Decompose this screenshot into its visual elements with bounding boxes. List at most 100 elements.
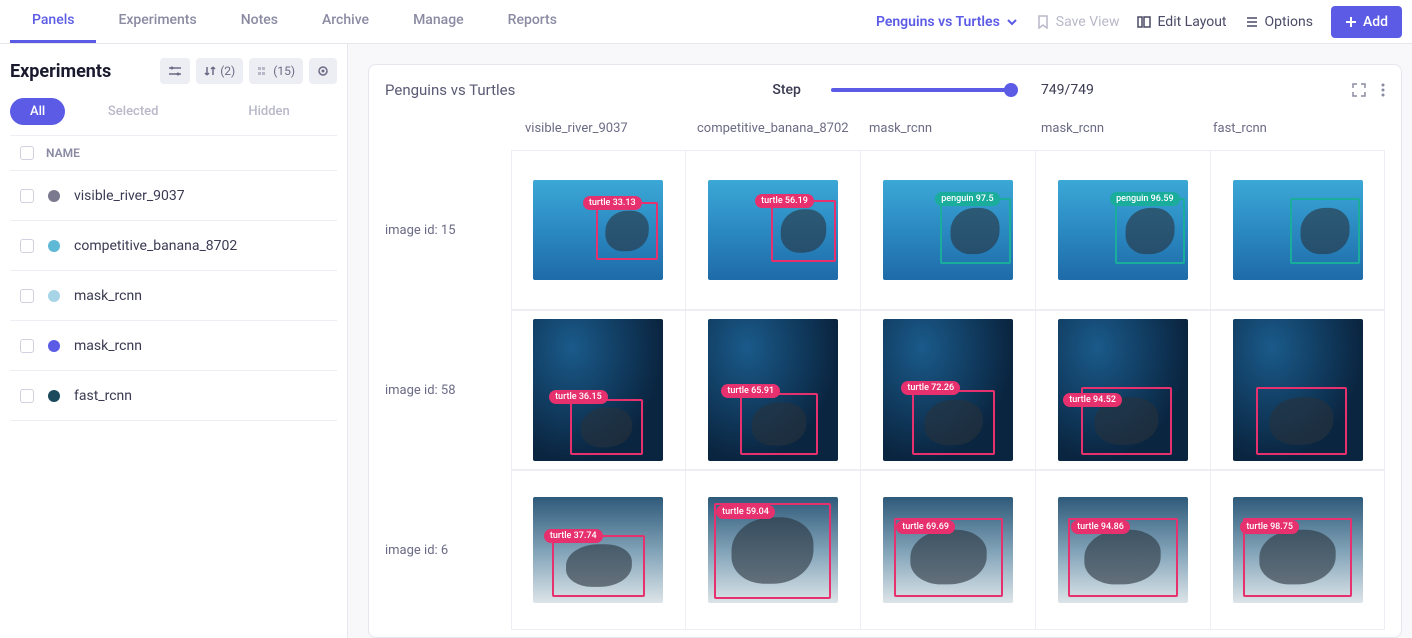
image-thumbnail: turtle 72.26 <box>883 319 1013 461</box>
image-cell[interactable]: turtle 37.74 <box>511 470 686 630</box>
sliders-icon <box>168 65 182 77</box>
color-dot <box>48 240 60 252</box>
filter-chip[interactable] <box>160 58 190 84</box>
image-cell[interactable]: turtle 94.52 <box>1035 310 1210 470</box>
image-cell[interactable]: penguin 97.5 <box>860 150 1035 310</box>
image-cell[interactable] <box>1210 150 1385 310</box>
experiment-row[interactable]: mask_rcnn <box>10 271 337 321</box>
experiment-row[interactable]: fast_rcnn <box>10 371 337 421</box>
image-thumbnail: turtle 98.75 <box>1233 497 1363 603</box>
bounding-box <box>1115 198 1185 264</box>
image-cell[interactable]: turtle 33.13 <box>511 150 686 310</box>
image-thumbnail: penguin 97.5 <box>883 180 1013 280</box>
image-cell[interactable]: turtle 98.75 <box>1210 470 1385 630</box>
row-checkbox[interactable] <box>20 239 34 253</box>
top-right-actions: Penguins vs Turtles Save View Edit Layou… <box>876 6 1402 38</box>
detection-label: turtle 56.19 <box>755 194 814 208</box>
tab-reports[interactable]: Reports <box>486 0 579 43</box>
column-header: fast_rcnn <box>1213 113 1385 150</box>
image-cell[interactable]: turtle 72.26 <box>860 310 1035 470</box>
slider-thumb[interactable] <box>1004 83 1018 97</box>
plus-icon <box>1345 16 1357 28</box>
grid-body: image id: 15turtle 33.13 turtle 56.19 peng… <box>385 150 1385 630</box>
grid-row: image id: 15turtle 33.13 turtle 56.19 peng… <box>385 150 1385 310</box>
edit-layout-button[interactable]: Edit Layout <box>1137 14 1226 30</box>
image-cell[interactable] <box>1210 310 1385 470</box>
image-thumbnail: turtle 59.04 <box>708 497 838 603</box>
bounding-box <box>740 393 818 455</box>
row-checkbox[interactable] <box>20 339 34 353</box>
detection-label: turtle 94.52 <box>1063 393 1122 407</box>
bookmark-icon <box>1036 15 1050 29</box>
tab-experiments[interactable]: Experiments <box>96 0 218 43</box>
experiment-name: competitive_banana_8702 <box>74 238 237 254</box>
detection-label: turtle 59.04 <box>716 505 775 519</box>
layout-icon <box>1137 15 1151 29</box>
color-dot <box>48 290 60 302</box>
image-thumbnail: penguin 96.59 <box>1058 180 1188 280</box>
grid-row: image id: 58 turtle 36.15 turtle 65.91 turt… <box>385 310 1385 470</box>
columns-chip[interactable]: (15) <box>249 58 303 84</box>
image-cell[interactable]: penguin 96.59 <box>1035 150 1210 310</box>
select-all-checkbox[interactable] <box>20 146 34 160</box>
bounding-box <box>552 535 646 596</box>
image-cell[interactable]: turtle 59.04 <box>685 470 860 630</box>
detection-label: turtle 98.75 <box>1240 520 1299 534</box>
detection-label: turtle 36.15 <box>549 390 608 404</box>
experiment-list: visible_river_9037 competitive_banana_870… <box>10 171 337 421</box>
save-view-button[interactable]: Save View <box>1036 14 1120 30</box>
image-cell[interactable]: turtle 94.86 <box>1035 470 1210 630</box>
sidebar: Experiments (2) (15) All Selected Hidden… <box>0 44 348 638</box>
panel-title: Penguins vs Turtles <box>385 81 515 99</box>
options-button[interactable]: Options <box>1245 14 1313 30</box>
tab-notes[interactable]: Notes <box>219 0 300 43</box>
table-header: NAME <box>10 135 337 171</box>
image-thumbnail <box>1233 180 1363 280</box>
experiment-row[interactable]: mask_rcnn <box>10 321 337 371</box>
tab-manage[interactable]: Manage <box>391 0 486 43</box>
experiment-row[interactable]: visible_river_9037 <box>10 171 337 221</box>
nav-tabs: Panels Experiments Notes Archive Manage … <box>10 0 579 43</box>
experiment-name: mask_rcnn <box>74 288 142 304</box>
color-dot <box>48 190 60 202</box>
bounding-box <box>570 399 643 456</box>
project-name: Penguins vs Turtles <box>876 14 1000 30</box>
sort-chip[interactable]: (2) <box>196 58 243 84</box>
row-label: image id: 58 <box>385 310 511 470</box>
project-selector[interactable]: Penguins vs Turtles <box>876 14 1018 30</box>
content-area: Penguins vs Turtles Step 749/749 visible… <box>348 44 1412 638</box>
fullscreen-icon[interactable] <box>1351 82 1367 98</box>
tab-archive[interactable]: Archive <box>300 0 391 43</box>
row-label: image id: 15 <box>385 150 511 310</box>
col-name-header: NAME <box>46 146 80 160</box>
image-cell[interactable]: turtle 36.15 <box>511 310 686 470</box>
experiment-row[interactable]: competitive_banana_8702 <box>10 221 337 271</box>
step-slider[interactable] <box>831 88 1011 92</box>
detection-label: turtle 72.26 <box>901 381 960 395</box>
image-cell[interactable]: turtle 56.19 <box>685 150 860 310</box>
detection-label: turtle 65.91 <box>721 384 780 398</box>
row-checkbox[interactable] <box>20 289 34 303</box>
column-header: competitive_banana_8702 <box>697 113 869 150</box>
tab-panels[interactable]: Panels <box>10 0 96 43</box>
bounding-box <box>1256 387 1347 455</box>
filter-selected[interactable]: Selected <box>65 98 201 125</box>
more-icon[interactable] <box>1381 82 1385 98</box>
add-button[interactable]: Add <box>1331 6 1402 38</box>
image-cell[interactable]: turtle 65.91 <box>685 310 860 470</box>
chevron-down-icon <box>1006 16 1018 28</box>
columns-icon <box>257 65 269 77</box>
filter-hidden[interactable]: Hidden <box>201 98 337 125</box>
bounding-box <box>940 198 1010 264</box>
column-header: visible_river_9037 <box>525 113 697 150</box>
target-icon <box>317 65 329 77</box>
row-checkbox[interactable] <box>20 389 34 403</box>
image-thumbnail <box>1233 319 1363 461</box>
image-cell[interactable]: turtle 69.69 <box>860 470 1035 630</box>
experiment-name: fast_rcnn <box>74 388 132 404</box>
sidebar-title: Experiments <box>10 61 111 82</box>
row-checkbox[interactable] <box>20 189 34 203</box>
experiment-name: mask_rcnn <box>74 338 142 354</box>
filter-all[interactable]: All <box>10 98 65 125</box>
target-chip[interactable] <box>309 58 337 84</box>
